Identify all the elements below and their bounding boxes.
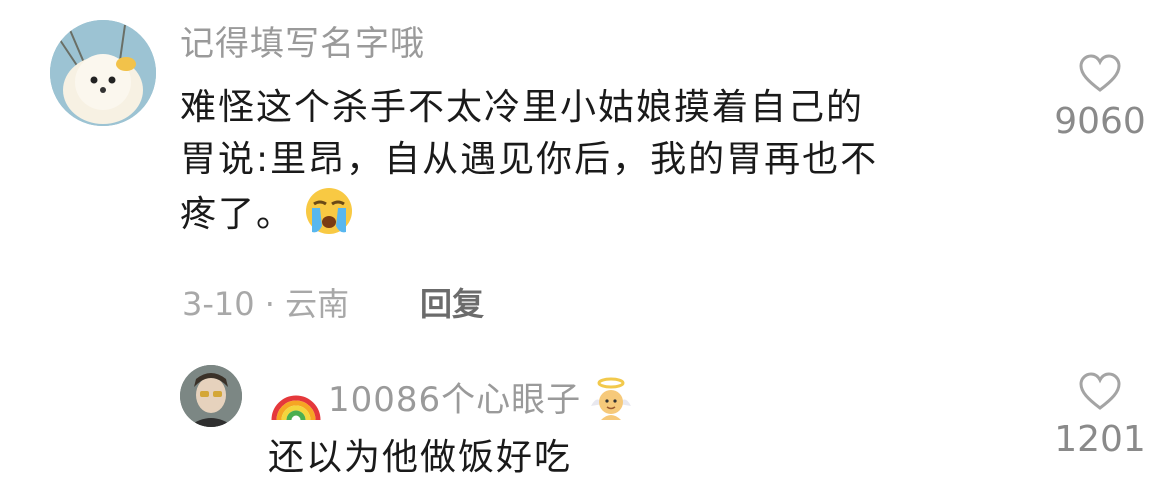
comment-username[interactable]: 记得填写名字哦 xyxy=(180,24,425,64)
comment-thread: 记得填写名字哦 难怪这个杀手不太冷里小姑娘摸着自己的 胃说:里昂，自从遇见你后，… xyxy=(0,0,1170,504)
reply-body: 还以为他做饭好吃 xyxy=(268,437,573,478)
person-avatar-icon xyxy=(180,365,242,427)
comment-line: 胃说:里昂，自从遇见你后，我的胃再也不 xyxy=(180,139,879,180)
rainbow-icon xyxy=(271,395,321,421)
comment-line-last: 疼了。 xyxy=(180,186,1010,241)
reply-button[interactable]: 回复 xyxy=(420,284,484,324)
avatar[interactable] xyxy=(50,20,156,126)
like-count: 9060 xyxy=(1054,101,1146,142)
comment-line: 难怪这个杀手不太冷里小姑娘摸着自己的 xyxy=(180,87,865,128)
like-count: 1201 xyxy=(1054,419,1146,460)
dog-avatar-icon xyxy=(50,20,156,126)
reply-username[interactable]: 10086个心眼子 xyxy=(328,380,581,420)
comment-date-location: 3-10 · 云南 xyxy=(182,285,350,323)
reply-username-row[interactable]: 10086个心眼子 xyxy=(270,376,635,424)
angel-baby-icon xyxy=(591,377,632,420)
comment-body: 难怪这个杀手不太冷里小姑娘摸着自己的 胃说:里昂，自从遇见你后，我的胃再也不 疼… xyxy=(180,82,1010,241)
heart-icon xyxy=(1079,54,1121,92)
heart-icon xyxy=(1079,372,1121,410)
like-button[interactable]: 9060 xyxy=(1040,54,1160,144)
crying-face-icon xyxy=(306,188,353,234)
avatar[interactable] xyxy=(180,365,242,427)
like-button[interactable]: 1201 xyxy=(1040,372,1160,462)
